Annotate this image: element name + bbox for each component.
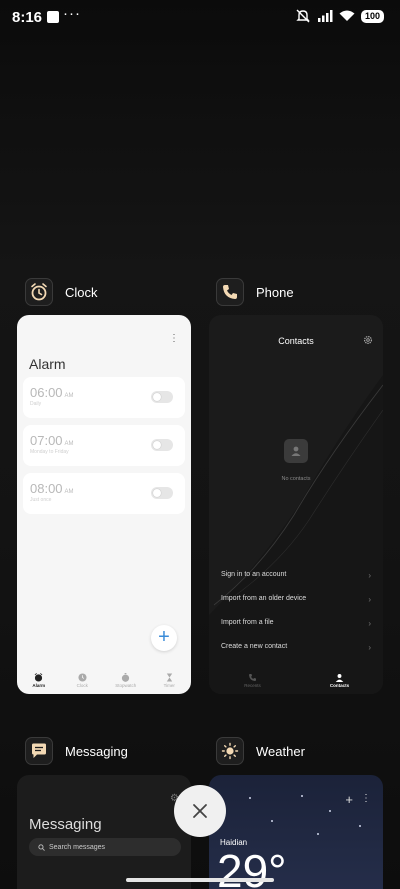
no-contacts-text: No contacts <box>281 476 311 482</box>
phone-icon <box>249 674 256 681</box>
sign-in-option[interactable]: Sign in to an account › <box>221 571 371 580</box>
alarm-toggle[interactable] <box>151 439 173 451</box>
contact-placeholder-icon <box>284 439 308 463</box>
weather-app-card[interactable]: + ⋮ Haidian 29° <box>209 775 383 889</box>
clock-app-header[interactable]: Clock <box>25 278 98 306</box>
add-alarm-button[interactable]: + <box>151 625 177 651</box>
messaging-app-name: Messaging <box>65 743 128 759</box>
more-options-icon[interactable]: ⋮ <box>361 793 371 804</box>
phone-icon <box>216 278 244 306</box>
phone-bottom-nav: Recents Contacts <box>209 673 383 688</box>
tab-alarm[interactable]: Alarm <box>19 673 59 688</box>
stopwatch-icon <box>122 673 130 682</box>
alarm-time: 07:00 AM <box>30 433 74 448</box>
clock-icon <box>78 673 87 682</box>
alarm-item[interactable]: 08:00 AM Just once <box>23 473 185 514</box>
messaging-app-card[interactable]: ⚙ Messaging Search messages <box>17 775 191 889</box>
star-decoration <box>317 833 319 835</box>
close-icon <box>193 804 207 818</box>
battery-icon: 100 <box>360 9 384 23</box>
alarm-time: 08:00 AM <box>30 481 74 496</box>
alarm-time: 06:00 AM <box>30 385 74 400</box>
add-city-icon[interactable]: + <box>345 792 353 807</box>
clear-all-button[interactable] <box>174 785 226 837</box>
alarm-title: Alarm <box>29 356 66 372</box>
option-label: Import from a file <box>221 619 274 626</box>
gear-icon[interactable] <box>363 335 373 345</box>
tab-label: Stopwatch <box>115 683 137 688</box>
phone-app-card[interactable]: Contacts No contacts Sign in to an accou… <box>209 315 383 694</box>
import-older-device-option[interactable]: Import from an older device › <box>221 595 371 604</box>
alarm-item[interactable]: 06:00 AM Daily <box>23 377 185 418</box>
option-label: Import from an older device <box>221 595 307 602</box>
weather-app-header[interactable]: Weather <box>216 737 305 765</box>
messaging-title: Messaging <box>29 816 102 833</box>
status-bar: 8:16 ··· 100 <box>0 0 400 36</box>
star-decoration <box>359 825 361 827</box>
star-decoration <box>301 795 303 797</box>
alarm-item[interactable]: 07:00 AM Monday to Friday <box>23 425 185 466</box>
search-messages-field[interactable]: Search messages <box>29 838 181 856</box>
more-options-icon[interactable]: ⋮ <box>169 333 179 344</box>
create-contact-option[interactable]: Create a new contact › <box>221 643 371 652</box>
message-bubble-icon <box>25 737 53 765</box>
star-decoration <box>249 797 251 799</box>
option-label: Sign in to an account <box>221 571 287 578</box>
alarm-repeat: Daily <box>30 401 42 407</box>
import-file-option[interactable]: Import from a file › <box>221 619 371 628</box>
phone-app-header[interactable]: Phone <box>216 278 294 306</box>
alarm-clock-icon <box>25 278 53 306</box>
tab-contacts[interactable]: Contacts <box>320 673 360 688</box>
clock-bottom-nav: Alarm Clock Stopwatch Timer <box>17 673 191 688</box>
alarm-toggle[interactable] <box>151 487 173 499</box>
tab-label: Timer <box>163 683 175 688</box>
messaging-app-header[interactable]: Messaging <box>25 737 128 765</box>
tab-stopwatch[interactable]: Stopwatch <box>106 673 146 688</box>
tab-label: Recents <box>244 683 261 688</box>
clock-app-name: Clock <box>65 284 98 300</box>
silent-icon <box>296 9 310 23</box>
hourglass-icon <box>166 673 172 682</box>
wifi-icon <box>339 10 355 21</box>
home-indicator[interactable] <box>126 878 274 882</box>
weather-app-name: Weather <box>256 743 305 759</box>
contacts-title: Contacts <box>278 336 314 346</box>
alarm-icon <box>34 673 43 682</box>
search-placeholder: Search messages <box>49 843 106 851</box>
chevron-right-icon: › <box>368 619 371 628</box>
option-label: Create a new contact <box>221 643 288 650</box>
tab-label: Alarm <box>32 683 46 688</box>
status-time: 8:16 <box>12 9 43 26</box>
alarm-toggle[interactable] <box>151 391 173 403</box>
tab-label: Clock <box>76 683 88 688</box>
alarm-repeat: Just once <box>30 497 52 503</box>
star-decoration <box>329 810 331 812</box>
notification-icon <box>47 11 59 23</box>
tab-clock[interactable]: Clock <box>62 673 102 688</box>
alarm-repeat: Monday to Friday <box>30 449 69 455</box>
tab-label: Contacts <box>329 683 350 688</box>
background-wave-graphic <box>209 375 383 694</box>
chevron-right-icon: › <box>368 643 371 652</box>
phone-app-name: Phone <box>256 284 294 300</box>
star-decoration <box>271 820 273 822</box>
chevron-right-icon: › <box>368 595 371 604</box>
weather-temperature: 29° <box>217 845 287 889</box>
signal-icon <box>317 10 333 22</box>
tab-recents[interactable]: Recents <box>233 673 273 688</box>
more-notifications-icon: ··· <box>63 5 81 22</box>
person-icon <box>335 674 344 682</box>
clock-app-card[interactable]: ⋮ Alarm 06:00 AM Daily 07:00 AM Monday to … <box>17 315 191 694</box>
sun-icon <box>216 737 244 765</box>
search-icon <box>38 843 45 851</box>
chevron-right-icon: › <box>368 571 371 580</box>
tab-timer[interactable]: Timer <box>149 673 189 688</box>
